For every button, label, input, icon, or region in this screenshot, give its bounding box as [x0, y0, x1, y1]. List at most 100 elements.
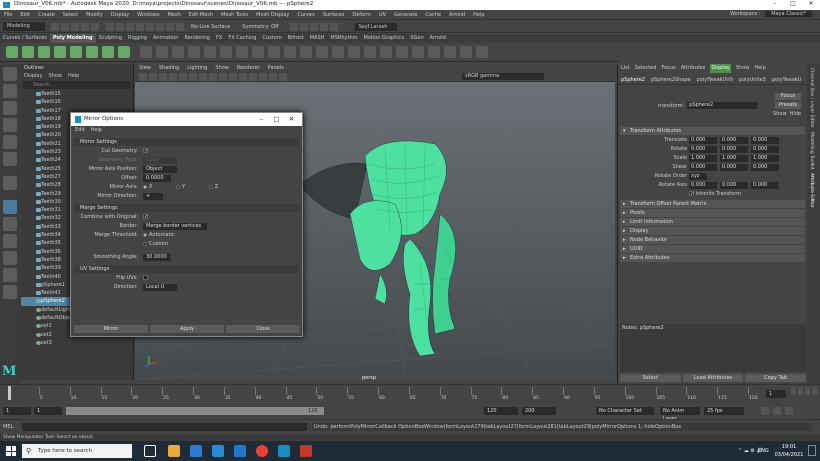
ae-presets-button[interactable]: Presets — [775, 102, 801, 109]
last-tool-icon[interactable] — [3, 176, 17, 190]
clock-date[interactable]: 03/04/2021 — [772, 452, 806, 458]
append-polygon-icon[interactable] — [364, 46, 376, 58]
attr-field-z[interactable]: 0.000 — [751, 146, 779, 153]
taskbar-search-input[interactable]: ⚲ Type here to search — [22, 444, 132, 458]
outliner-menu-help[interactable]: Help — [68, 72, 79, 80]
unfold-icon[interactable] — [460, 46, 472, 58]
workspace-dropdown[interactable]: Maya Classic* — [765, 11, 812, 17]
open-scene-icon[interactable] — [61, 22, 69, 31]
close-icon[interactable]: ✕ — [802, 0, 820, 7]
menu-edit-mesh[interactable]: Edit Mesh — [185, 10, 217, 20]
smooth-icon[interactable] — [172, 46, 184, 58]
poly-cylinder-icon[interactable] — [38, 46, 50, 58]
edge-icon[interactable] — [190, 445, 202, 457]
close-icon[interactable]: ✕ — [284, 113, 299, 126]
chrome-icon[interactable] — [256, 445, 268, 457]
outliner-menu-display[interactable]: Display — [24, 72, 42, 80]
current-time-marker[interactable] — [8, 386, 11, 400]
transform-name-field[interactable]: pSphere2 — [687, 102, 758, 109]
target-weld-icon[interactable] — [284, 46, 296, 58]
maximize-icon[interactable]: □ — [784, 0, 802, 7]
direction-dropdown[interactable]: Local U — [143, 284, 177, 291]
merge-threshold-custom-radio[interactable]: Custom — [143, 241, 168, 248]
quad-draw-icon[interactable] — [316, 46, 328, 58]
bevel-icon[interactable] — [252, 46, 264, 58]
shelf-tab-rigging[interactable]: Rigging — [125, 34, 150, 43]
menu-display[interactable]: Display — [107, 10, 133, 20]
section-mirror-settings[interactable]: Mirror Settings — [74, 138, 299, 146]
ae-section-uuid[interactable]: UUID — [620, 245, 805, 253]
menu-edit[interactable]: Edit — [16, 10, 34, 20]
redo-icon[interactable] — [91, 22, 99, 31]
attr-field-y[interactable]: 0.000 — [720, 164, 748, 171]
step-back-icon[interactable] — [798, 387, 803, 395]
single-perspective-layout-icon[interactable] — [3, 200, 17, 214]
anim-layer-dropdown[interactable]: No Anim Layer — [660, 407, 700, 422]
rotate-axis-x-field[interactable]: 0.000 — [689, 182, 717, 189]
symmetry-label[interactable]: Symmetry: Off — [242, 24, 278, 30]
apply-button[interactable]: Apply — [150, 325, 224, 333]
menu-file[interactable]: File — [0, 10, 16, 20]
menu-generate[interactable]: Generate — [390, 10, 421, 20]
shelf-tab-msrhythm[interactable]: MSRhythm — [327, 34, 360, 43]
persp-outliner-layout-icon[interactable] — [3, 234, 17, 248]
offset-field[interactable]: 0.0000 — [143, 175, 171, 182]
smoothing-angle-field[interactable]: 30.0000 — [143, 254, 171, 261]
outliner-item[interactable]: Teeth15 — [21, 90, 133, 98]
connect-icon[interactable] — [300, 46, 312, 58]
dialog-menu-help[interactable]: Help — [91, 126, 102, 134]
multi-cut-icon[interactable] — [268, 46, 280, 58]
edge-loop-icon[interactable] — [332, 46, 344, 58]
windows-start-icon[interactable] — [6, 446, 16, 456]
flip-uvs-checkbox[interactable] — [143, 275, 148, 280]
snap-curve-icon[interactable] — [146, 22, 154, 31]
live-surface-icon[interactable] — [176, 22, 184, 31]
render-icon[interactable] — [290, 22, 299, 31]
menu-uv[interactable]: UV — [375, 10, 390, 20]
inherits-transform-checkbox[interactable]: ✓ — [689, 191, 694, 197]
isolate-select-icon[interactable] — [279, 72, 287, 81]
bookmark-icon[interactable] — [159, 72, 167, 81]
boolean-icon[interactable] — [188, 46, 200, 58]
menu-surfaces[interactable]: Surfaces — [319, 10, 349, 20]
paint-select-icon[interactable] — [3, 101, 17, 115]
play-forward-icon[interactable] — [812, 387, 817, 395]
ipr-render-icon[interactable] — [300, 22, 309, 31]
mirror-icon[interactable] — [204, 46, 216, 58]
ae-load-attributes-button[interactable]: Load Attributes — [682, 374, 744, 382]
resolution-gate-icon[interactable] — [199, 72, 207, 81]
store-icon[interactable] — [212, 445, 224, 457]
menu-windows[interactable]: Windows — [133, 10, 163, 20]
outliner-layout-icon[interactable] — [3, 285, 17, 299]
ae-menu-display[interactable]: Display — [710, 64, 731, 73]
hypershade-icon[interactable] — [320, 22, 329, 31]
render-settings-icon[interactable] — [310, 22, 319, 31]
dialog-menu-edit[interactable]: Edit — [75, 126, 85, 134]
ae-hide-button[interactable]: Hide — [790, 111, 801, 117]
section-uv-settings[interactable]: UV Settings — [74, 265, 299, 273]
command-language-label[interactable]: MEL — [3, 423, 13, 431]
close-button[interactable]: Close — [226, 325, 300, 333]
snap-point-icon[interactable] — [156, 22, 164, 31]
side-tab-modelling-toolkit[interactable]: Modelling Toolkit — [809, 132, 814, 170]
hypershade-layout-icon[interactable] — [3, 268, 17, 282]
poly-disc-icon[interactable] — [102, 46, 114, 58]
uv-editor-icon[interactable] — [396, 46, 408, 58]
new-scene-icon[interactable] — [51, 22, 59, 31]
outliner-item[interactable]: set3 — [21, 339, 133, 347]
attr-field-z[interactable]: 0.000 — [751, 137, 779, 144]
ae-menu-selected[interactable]: Selected — [635, 64, 657, 73]
attr-field-x[interactable]: 0.000 — [689, 137, 717, 144]
rotate-axis-y-field[interactable]: 0.000 — [720, 182, 748, 189]
shelf-tab-mash[interactable]: MASH — [307, 34, 328, 43]
combine-with-original-checkbox[interactable]: ✓ — [143, 214, 148, 220]
poly-plane-icon[interactable] — [86, 46, 98, 58]
ae-show-button[interactable]: Show — [773, 111, 787, 117]
shelf-tab-arnold[interactable]: Arnold — [427, 34, 449, 43]
key-icon[interactable] — [761, 407, 769, 415]
ae-section-offset-parent-matrix[interactable]: Transform Offset Parent Matrix — [620, 200, 805, 208]
maya-taskbar-icon[interactable] — [278, 445, 290, 457]
color-space-dropdown[interactable]: sRGB gamma — [462, 73, 544, 80]
ae-focus-button[interactable]: Focus — [775, 93, 801, 100]
attr-field-y[interactable]: 1.000 — [720, 155, 748, 162]
